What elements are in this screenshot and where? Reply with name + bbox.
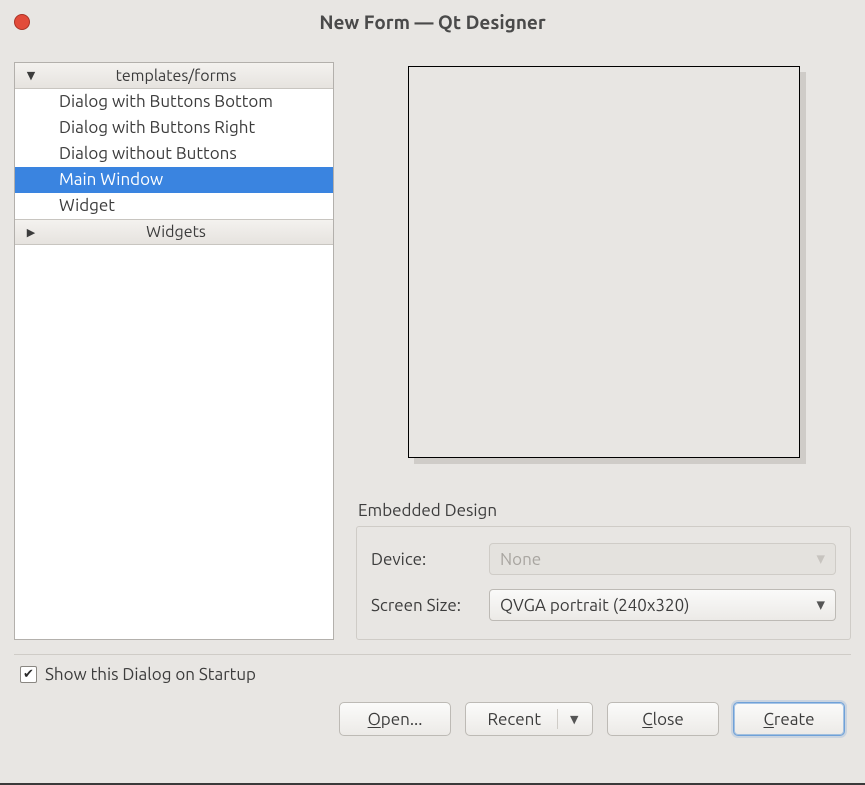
- chevron-right-icon: ▶: [15, 226, 47, 239]
- preview-area: [356, 62, 851, 483]
- close-icon[interactable]: [14, 14, 30, 30]
- button-row: Open... Recent ▼ Close Create: [20, 702, 845, 736]
- chevron-down-icon: ▼: [817, 553, 825, 566]
- open-button-label: Open...: [368, 710, 423, 729]
- content-area: ▼ templates/forms Dialog with Buttons Bo…: [0, 44, 865, 640]
- device-row: Device: None ▼: [371, 539, 836, 579]
- chevron-down-icon: ▼: [817, 599, 825, 612]
- tree-item-widget[interactable]: Widget: [15, 193, 333, 219]
- chevron-down-icon: ▼: [570, 713, 578, 726]
- bottom-area: ✔ Show this Dialog on Startup Open... Re…: [0, 655, 865, 752]
- close-button-label: Close: [642, 710, 684, 729]
- titlebar: New Form — Qt Designer: [0, 0, 865, 44]
- show-on-startup-checkbox[interactable]: ✔: [20, 666, 37, 683]
- new-form-dialog: New Form — Qt Designer ▼ templates/forms…: [0, 0, 865, 785]
- tree-group-items: Dialog with Buttons Bottom Dialog with B…: [15, 89, 333, 219]
- device-combo: None ▼: [489, 543, 836, 575]
- screen-size-combo[interactable]: QVGA portrait (240x320) ▼: [489, 589, 836, 621]
- embedded-design-group: Device: None ▼ Screen Size: QVGA portrai…: [356, 526, 851, 640]
- tree-group-templates-forms[interactable]: ▼ templates/forms: [15, 63, 333, 89]
- window-title: New Form — Qt Designer: [0, 11, 865, 33]
- device-label: Device:: [371, 550, 479, 569]
- recent-button-label: Recent: [487, 710, 541, 729]
- screen-size-value: QVGA portrait (240x320): [500, 596, 690, 615]
- embedded-design-label: Embedded Design: [358, 501, 851, 520]
- recent-button[interactable]: Recent ▼: [465, 702, 593, 736]
- tree-group-label: Widgets: [47, 223, 333, 241]
- show-on-startup-label: Show this Dialog on Startup: [45, 665, 256, 684]
- open-button[interactable]: Open...: [339, 702, 451, 736]
- tree-group-label: templates/forms: [47, 67, 333, 85]
- tree-item-dialog-buttons-right[interactable]: Dialog with Buttons Right: [15, 115, 333, 141]
- screen-size-row: Screen Size: QVGA portrait (240x320) ▼: [371, 585, 836, 625]
- form-preview: [408, 66, 800, 458]
- template-tree[interactable]: ▼ templates/forms Dialog with Buttons Bo…: [14, 62, 334, 640]
- screen-size-label: Screen Size:: [371, 596, 479, 615]
- device-value: None: [500, 550, 541, 569]
- tree-item-dialog-buttons-bottom[interactable]: Dialog with Buttons Bottom: [15, 89, 333, 115]
- close-button[interactable]: Close: [607, 702, 719, 736]
- tree-item-main-window[interactable]: Main Window: [15, 167, 333, 193]
- create-button-label: Create: [763, 710, 814, 729]
- right-column: Embedded Design Device: None ▼ Screen Si…: [356, 62, 851, 640]
- chevron-down-icon: ▼: [15, 69, 47, 82]
- button-divider: [557, 709, 558, 729]
- preview-canvas: [408, 66, 800, 458]
- tree-item-dialog-without-buttons[interactable]: Dialog without Buttons: [15, 141, 333, 167]
- startup-row: ✔ Show this Dialog on Startup: [20, 665, 845, 684]
- tree-group-widgets[interactable]: ▶ Widgets: [15, 219, 333, 245]
- create-button[interactable]: Create: [733, 702, 845, 736]
